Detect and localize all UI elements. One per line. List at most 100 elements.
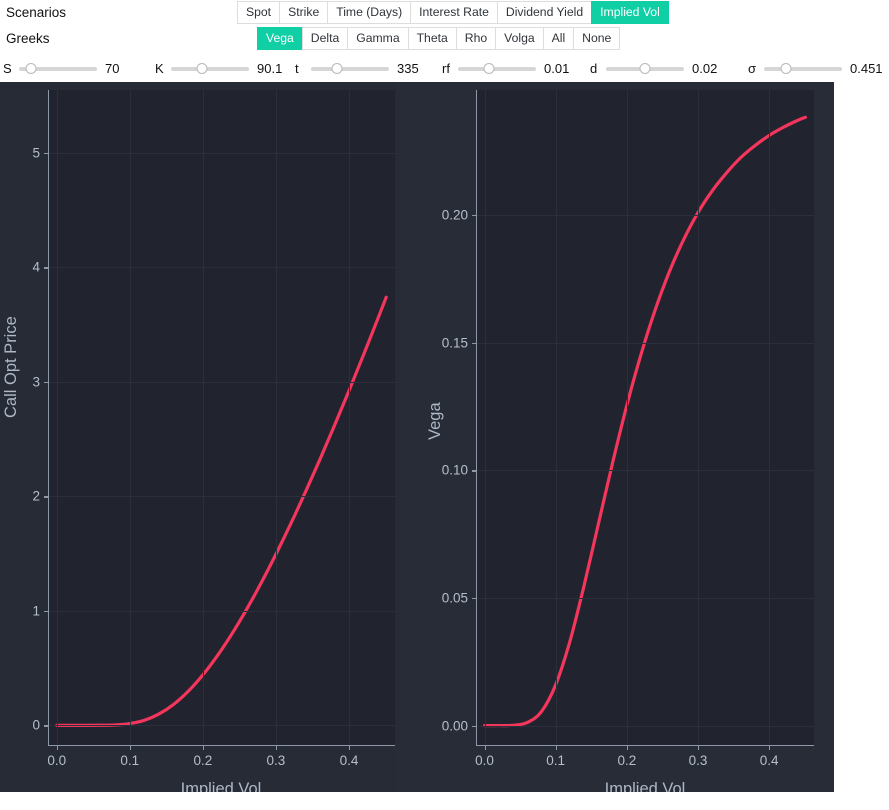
gridline-horizontal xyxy=(48,267,395,269)
gridline-horizontal xyxy=(48,610,395,612)
scenario-strike-button[interactable]: Strike xyxy=(279,1,328,24)
parameter-sliders: S 70 K 90.1 t 335 rf 0.01 d 0.02 σ 0.451 xyxy=(0,55,889,82)
call-opt-price-ylabel: Call Opt Price xyxy=(2,316,20,418)
call-opt-price-xlabel: Implied Vol xyxy=(180,780,262,792)
vega-line xyxy=(482,115,808,728)
scenarios-row: Scenarios Spot Strike Time (Days) Interest … xyxy=(0,0,889,26)
slider-implied-vol[interactable]: σ 0.451 xyxy=(748,55,883,82)
slider-spot[interactable]: S 70 xyxy=(3,55,119,82)
gridline-horizontal xyxy=(476,342,814,344)
xtick xyxy=(698,746,700,750)
gridline-vertical xyxy=(484,90,486,746)
slider-interest-rate-track[interactable] xyxy=(458,61,536,77)
slider-dividend-track[interactable] xyxy=(606,61,684,77)
greek-all-button[interactable]: All xyxy=(542,27,574,50)
call-opt-price-curve xyxy=(55,295,388,727)
slider-time-days[interactable]: t 335 xyxy=(295,55,419,82)
slider-implied-vol-rail xyxy=(764,66,842,71)
greeks-row: Greeks Vega Delta Gamma Theta Rho Volga All Non… xyxy=(0,26,889,52)
xticklabel: 0.4 xyxy=(339,753,359,768)
xtick xyxy=(555,746,557,750)
gridline-horizontal xyxy=(48,152,395,154)
slider-dividend-label: d xyxy=(590,61,598,76)
xtick xyxy=(56,746,58,750)
option-greeks-app: Scenarios Spot Strike Time (Days) Interest … xyxy=(0,0,889,810)
slider-interest-rate-rail xyxy=(458,66,536,71)
xticklabel: 0.0 xyxy=(475,753,494,768)
scenario-interest-rate-button[interactable]: Interest Rate xyxy=(410,1,497,24)
scenario-spot-button[interactable]: Spot xyxy=(237,1,280,24)
slider-interest-rate-handle[interactable] xyxy=(483,62,495,74)
gridline-vertical xyxy=(555,90,557,746)
slider-spot-label: S xyxy=(3,61,12,76)
xtick xyxy=(484,746,486,750)
greek-delta-button[interactable]: Delta xyxy=(301,27,348,50)
gridline-horizontal xyxy=(476,215,814,217)
greeks-label: Greeks xyxy=(6,31,50,46)
slider-implied-vol-track[interactable] xyxy=(764,61,842,77)
gridline-horizontal xyxy=(476,597,814,599)
scenarios-label: Scenarios xyxy=(6,5,67,20)
scenario-time-days-button[interactable]: Time (Days) xyxy=(327,1,411,24)
yticklabel: 5 xyxy=(32,145,40,161)
gridline-horizontal xyxy=(48,496,395,498)
yticklabel: 0.00 xyxy=(441,718,468,734)
greek-gamma-button[interactable]: Gamma xyxy=(347,27,408,50)
slider-time-days-rail xyxy=(311,66,389,71)
slider-time-days-track[interactable] xyxy=(311,61,389,77)
gridline-horizontal xyxy=(476,470,814,472)
gridline-horizontal xyxy=(48,381,395,383)
yticklabel: 4 xyxy=(32,259,40,275)
greek-theta-button[interactable]: Theta xyxy=(407,27,456,50)
slider-strike-handle[interactable] xyxy=(196,62,208,74)
vega-axes: 0.0 0.1 0.2 0.3 0.4 0.00 0.05 0.10 0.15 0.20 xyxy=(442,90,814,768)
xticklabel: 0.1 xyxy=(546,753,566,768)
yticklabel: 0.15 xyxy=(441,335,468,351)
yticklabel: 3 xyxy=(32,374,40,390)
greek-button-group[interactable]: Vega Delta Gamma Theta Rho Volga All None xyxy=(257,27,621,50)
slider-strike[interactable]: K 90.1 xyxy=(155,55,282,82)
call-opt-price-panel: 0.0 0.1 0.2 0.3 0.4 0 1 2 3 4 5 Implied Vol Call O… xyxy=(0,82,396,792)
gridline-vertical xyxy=(769,90,771,746)
slider-time-days-handle[interactable] xyxy=(331,62,343,74)
greek-none-button[interactable]: None xyxy=(573,27,621,50)
yticklabel: 0 xyxy=(32,717,40,733)
scenario-dividend-yield-button[interactable]: Dividend Yield xyxy=(496,1,592,24)
slider-spot-track[interactable] xyxy=(19,61,97,77)
vega-curve xyxy=(482,115,808,728)
greek-volga-button[interactable]: Volga xyxy=(495,27,543,50)
slider-implied-vol-handle[interactable] xyxy=(780,62,792,74)
bottom-axis-spine xyxy=(48,744,395,746)
left-axis-spine xyxy=(48,90,50,746)
xtick xyxy=(348,746,351,750)
gridline-vertical xyxy=(129,90,131,746)
vega-panel: 0.0 0.1 0.2 0.3 0.4 0.00 0.05 0.10 0.15 0.20 Impl… xyxy=(396,82,834,792)
greek-vega-button[interactable]: Vega xyxy=(257,27,302,50)
gridline-horizontal xyxy=(48,725,395,727)
yticklabel: 2 xyxy=(32,488,40,504)
slider-spot-handle[interactable] xyxy=(25,62,37,74)
xticklabel: 0.4 xyxy=(759,753,779,768)
yticklabel: 1 xyxy=(32,603,40,619)
slider-time-days-value: 335 xyxy=(397,61,419,76)
greek-rho-button[interactable]: Rho xyxy=(455,27,496,50)
scenario-button-group[interactable]: Spot Strike Time (Days) Interest Rate Divide… xyxy=(237,1,669,24)
slider-time-days-label: t xyxy=(295,61,299,76)
control-panel: Scenarios Spot Strike Time (Days) Interest … xyxy=(0,0,889,82)
xticklabel: 0.1 xyxy=(120,753,140,768)
xticklabel: 0.3 xyxy=(266,753,286,768)
slider-interest-rate[interactable]: rf 0.01 xyxy=(442,55,569,82)
slider-dividend[interactable]: d 0.02 xyxy=(590,55,717,82)
call-opt-price-line xyxy=(55,295,388,727)
gridline-vertical xyxy=(348,90,350,746)
gridline-vertical xyxy=(202,90,204,746)
slider-spot-value: 70 xyxy=(105,61,120,76)
bottom-axis-spine xyxy=(476,744,814,746)
plots-figure: 0.0 0.1 0.2 0.3 0.4 0 1 2 3 4 5 Implied Vol Call O… xyxy=(0,82,834,792)
slider-dividend-handle[interactable] xyxy=(639,62,651,74)
slider-strike-track[interactable] xyxy=(171,61,249,77)
scenario-implied-vol-button[interactable]: Implied Vol xyxy=(591,1,669,24)
slider-strike-label: K xyxy=(155,61,164,76)
xtick xyxy=(626,746,629,750)
slider-implied-vol-value: 0.451 xyxy=(850,61,883,76)
